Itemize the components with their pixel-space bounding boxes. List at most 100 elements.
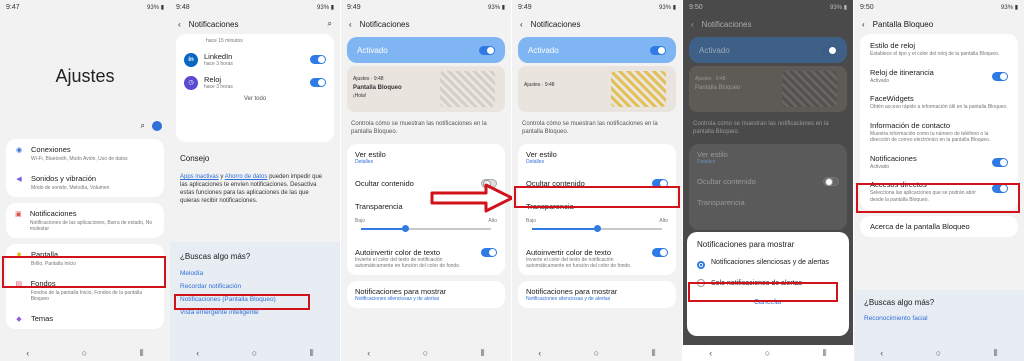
app-row[interactable]: ◷ Reloj hace 3 horas (184, 75, 326, 90)
themes-icon: ◆ (16, 316, 22, 323)
header: ‹ Notificaciones ⌕ (170, 14, 340, 34)
transparency-slider[interactable] (532, 225, 662, 233)
back-arrow-icon[interactable]: ‹ (691, 20, 694, 29)
vista-emergente-link[interactable]: Vista emergente inteligente (180, 309, 330, 316)
header-title: Pantalla Bloqueo (872, 19, 934, 29)
ahorro-datos-link[interactable]: Ahorro de datos (225, 174, 268, 180)
avatar[interactable] (152, 121, 162, 131)
recents-icon[interactable]: ⦀ (823, 348, 827, 359)
back-arrow-icon[interactable]: ‹ (520, 20, 523, 29)
lock-item-toggle[interactable] (992, 157, 1008, 167)
preview-app: Ajustes · 9:48 (695, 76, 726, 82)
app-name: Reloj (204, 75, 222, 84)
slider-knob[interactable] (402, 225, 410, 233)
recents-icon[interactable]: ⦀ (481, 348, 485, 359)
acerca-item[interactable]: Acerca de la pantalla Bloqueo (860, 216, 1018, 237)
option-silenciosas[interactable]: Notificaciones silenciosas y de alertas (697, 259, 839, 269)
header-title: Notificaciones (701, 19, 752, 29)
nav-bar: ‹ ○ ⦀ (512, 345, 682, 361)
search-icon[interactable]: ⌕ (328, 19, 332, 29)
master-toggle[interactable] (479, 45, 495, 55)
recents-icon[interactable]: ⦀ (310, 348, 314, 359)
settings-item-sub: Modo de sonido, Melodía, Volumen (31, 185, 110, 191)
bajo-label: Bajo (526, 218, 537, 225)
lock-item-3[interactable]: Información de contacto Muestra informaci… (860, 116, 1018, 149)
home-icon[interactable]: ○ (252, 348, 257, 358)
lock-item-title: Información de contacto (870, 120, 951, 130)
activated-switch-bar[interactable]: Activado (347, 37, 505, 63)
preview-title: Pantalla Bloqueo (353, 84, 402, 91)
home-icon[interactable]: ○ (423, 348, 428, 358)
apps-inactivas-link[interactable]: Apps inactivas (180, 174, 219, 180)
recents-icon[interactable]: ⦀ (652, 348, 656, 359)
recents-icon[interactable]: ⦀ (994, 348, 998, 359)
mostrar-label: Notificaciones para mostrar (526, 287, 618, 297)
header-title: Notificaciones (188, 19, 239, 29)
lock-item-2[interactable]: FaceWidgets Obtén acceso rápido a informa… (860, 89, 1018, 116)
ver-estilo[interactable]: Ver estilo (355, 150, 497, 159)
settings-item-1[interactable]: ◀ Sonidos y vibración Modo de sonido, Melo… (6, 168, 164, 197)
recent-apps-card: hace 15 minutos in LinkedIn hace 3 horas ◷ R… (176, 34, 334, 142)
back-arrow-icon[interactable]: ‹ (178, 20, 181, 29)
master-toggle[interactable] (650, 45, 666, 55)
back-icon[interactable]: ‹ (709, 348, 712, 358)
search-icon[interactable]: ⌕ (141, 121, 145, 131)
options-card: Ver estilo Detalles Ocultar contenido Tr… (518, 144, 676, 276)
status-bar: 9:50 93% ▮ (854, 0, 1024, 14)
app-toggle[interactable] (310, 78, 326, 87)
settings-item-2[interactable]: ▣ Notificaciones Notificaciones de las apl… (6, 203, 164, 238)
app-toggle[interactable] (310, 55, 326, 64)
header: ‹ Notificaciones (683, 14, 853, 34)
status-bar: 9:49 93% ▮ (341, 0, 511, 14)
lock-item-sub: Muestra información como tu número de te… (870, 130, 991, 144)
mostrar-card[interactable]: Notificaciones para mostrar Notificacion… (518, 281, 676, 309)
settings-item-0[interactable]: ◉ Conexiones Wi-Fi, Bluetooth, Modo Avión,… (6, 139, 164, 168)
reconocimiento-facial-link[interactable]: Reconocimiento facial (864, 315, 1014, 322)
melodia-link[interactable]: Melodía (180, 270, 330, 277)
activated-switch-bar[interactable]: Activado (518, 37, 676, 63)
transparency-slider[interactable] (361, 225, 491, 233)
status-time: 9:48 (176, 3, 190, 11)
back-icon[interactable]: ‹ (26, 348, 29, 358)
app-row[interactable]: in LinkedIn hace 3 horas (184, 52, 326, 67)
ver-todo-link[interactable]: Ver todo (184, 96, 326, 102)
radio-selected[interactable] (697, 261, 705, 269)
page-title: Ajustes (55, 66, 115, 86)
settings-item-5[interactable]: ◆ Temas (6, 308, 164, 329)
mostrar-card[interactable]: Notificaciones para mostrar Notificacion… (347, 281, 505, 309)
home-icon[interactable]: ○ (594, 348, 599, 358)
back-arrow-icon[interactable]: ‹ (862, 20, 865, 29)
back-arrow-icon[interactable]: ‹ (349, 20, 352, 29)
recents-icon[interactable]: ⦀ (140, 348, 144, 359)
ver-estilo[interactable]: Ver estilo (526, 150, 668, 159)
recordar-notificacion-link[interactable]: Recordar notificación (180, 283, 330, 290)
slider-knob[interactable] (594, 225, 601, 233)
home-icon[interactable]: ○ (765, 348, 770, 358)
preview-title: Pantalla Bloqueo (695, 84, 741, 91)
home-icon[interactable]: ○ (82, 348, 87, 358)
autoinvertir-toggle[interactable] (481, 248, 497, 258)
preview-wallpaper (440, 71, 495, 107)
status-bar: 9:49 93% ▮ (512, 0, 682, 14)
mostrar-sub: Notificaciones silenciosas y de alertas (355, 296, 440, 303)
ver-estilo-sub: Detalles (526, 159, 545, 166)
description: Controla cómo se muestran las notificaci… (693, 121, 829, 136)
app-sub: hace 3 horas (204, 61, 233, 67)
dialog-title: Notificaciones para mostrar (697, 240, 795, 249)
back-icon[interactable]: ‹ (367, 348, 370, 358)
activated-label: Activado (357, 45, 388, 55)
home-icon[interactable]: ○ (936, 348, 941, 358)
lock-item-4[interactable]: Notificaciones Activado (860, 149, 1018, 176)
header: ‹ Notificaciones (512, 14, 682, 34)
back-icon[interactable]: ‹ (196, 348, 199, 358)
slider-fill (532, 228, 597, 231)
lock-item-0[interactable]: Estilo de reloj Establece el tipo y el co… (860, 36, 1018, 63)
preview-app: Ajustes · 9:48 (353, 76, 384, 82)
options-card: Ver estilo Detalles Ocultar contenido Tr… (689, 144, 847, 231)
lock-item-1[interactable]: Reloj de itinerancia Activado (860, 63, 1018, 90)
lock-item-toggle[interactable] (992, 71, 1008, 81)
linkedin-icon: in (184, 52, 198, 67)
back-icon[interactable]: ‹ (538, 348, 541, 358)
autoinvertir-toggle[interactable] (652, 248, 668, 258)
back-icon[interactable]: ‹ (880, 348, 883, 358)
